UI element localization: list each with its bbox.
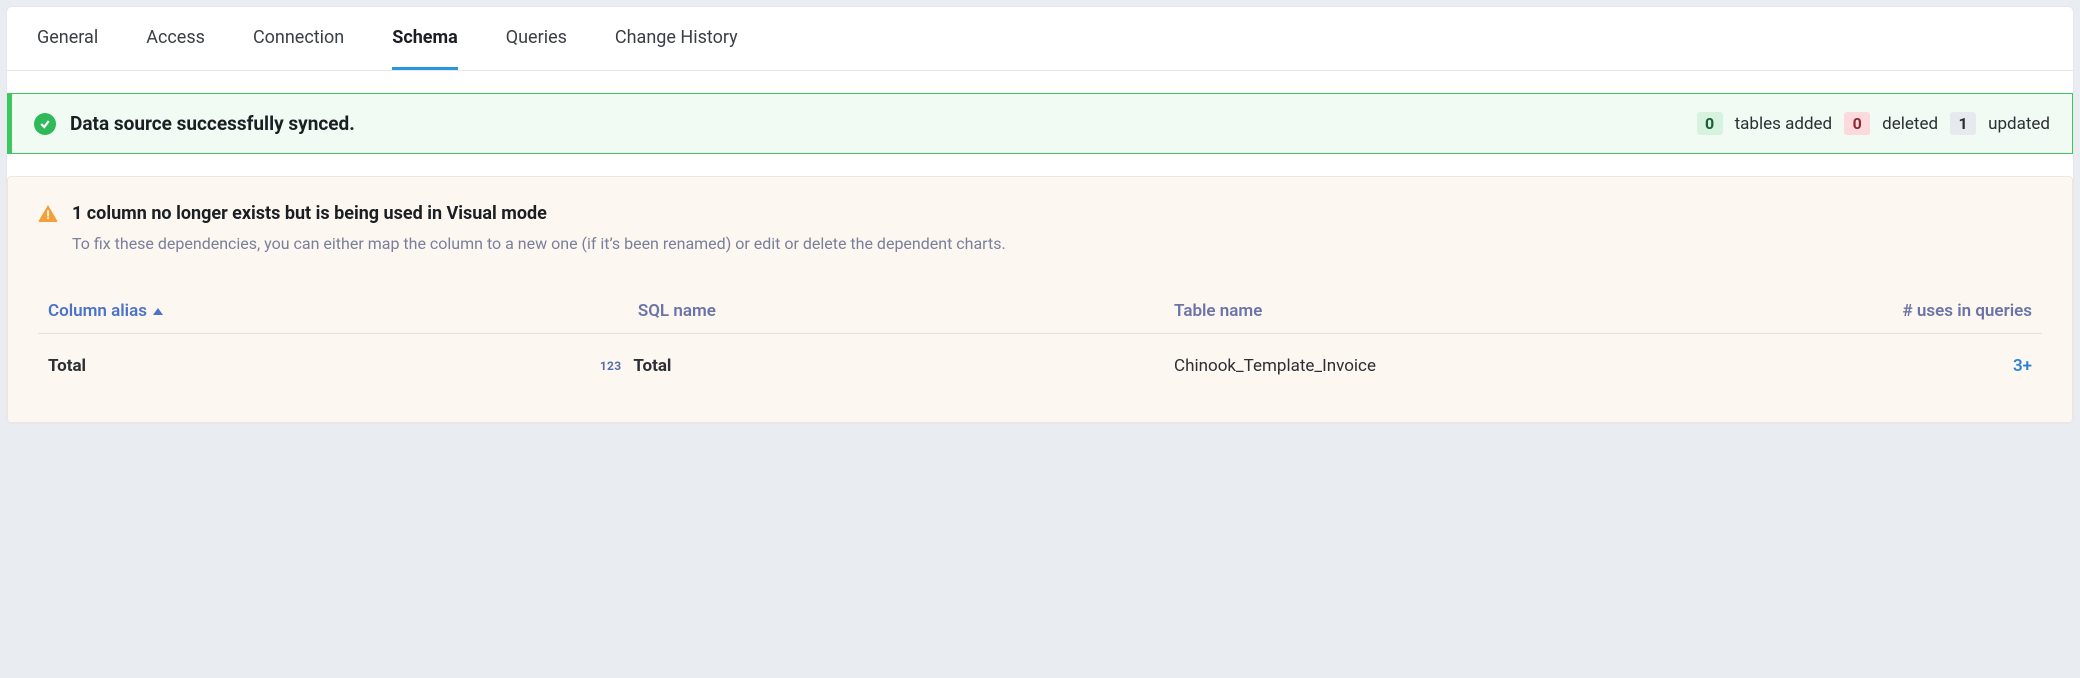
sync-success-alert: Data source successfully synced. 0 table…: [7, 93, 2073, 154]
tab-bar: General Access Connection Schema Queries…: [7, 7, 2073, 71]
warning-title: 1 column no longer exists but is being u…: [72, 203, 547, 224]
cell-table-name: Chinook_Template_Invoice: [1174, 356, 1710, 376]
check-circle-icon: [34, 113, 56, 135]
warning-header: 1 column no longer exists but is being u…: [38, 203, 2042, 224]
tables-deleted-label: deleted: [1882, 114, 1938, 134]
column-header-uses[interactable]: # uses in queries: [1710, 301, 2032, 321]
column-header-alias[interactable]: Column alias: [48, 301, 638, 321]
tab-change-history[interactable]: Change History: [615, 7, 738, 70]
table-row: Total 123 Total Chinook_Template_Invoice…: [38, 334, 2042, 388]
data-source-panel: General Access Connection Schema Queries…: [6, 6, 2074, 424]
tab-access[interactable]: Access: [146, 7, 205, 70]
column-header-table[interactable]: Table name: [1174, 301, 1710, 321]
numeric-type-icon: 123: [600, 359, 622, 373]
tab-queries[interactable]: Queries: [506, 7, 567, 70]
warning-subtitle: To fix these dependencies, you can eithe…: [72, 234, 2042, 253]
tab-schema[interactable]: Schema: [392, 7, 458, 70]
tables-updated-count: 1: [1950, 112, 1976, 135]
warning-triangle-icon: [38, 205, 58, 222]
cell-uses-link[interactable]: 3+: [1710, 356, 2032, 376]
missing-columns-table: Column alias SQL name Table name # uses …: [38, 289, 2042, 388]
sync-success-title: Data source successfully synced.: [70, 112, 1683, 135]
tables-deleted-count: 0: [1844, 112, 1870, 135]
tables-updated-label: updated: [1988, 114, 2050, 134]
table-header-row: Column alias SQL name Table name # uses …: [38, 289, 2042, 334]
tables-added-count: 0: [1697, 112, 1723, 135]
missing-column-warning: 1 column no longer exists but is being u…: [7, 176, 2073, 423]
column-header-alias-label: Column alias: [48, 301, 147, 321]
cell-sql-name: 123 Total: [638, 356, 1174, 376]
column-header-sql[interactable]: SQL name: [638, 301, 1174, 321]
sort-asc-icon: [153, 308, 163, 315]
cell-sql-name-text: Total: [633, 356, 671, 376]
tab-connection[interactable]: Connection: [253, 7, 344, 70]
tab-general[interactable]: General: [37, 7, 98, 70]
cell-column-alias: Total: [48, 356, 638, 376]
sync-stats: 0 tables added 0 deleted 1 updated: [1697, 112, 2050, 135]
tables-added-label: tables added: [1735, 114, 1833, 134]
